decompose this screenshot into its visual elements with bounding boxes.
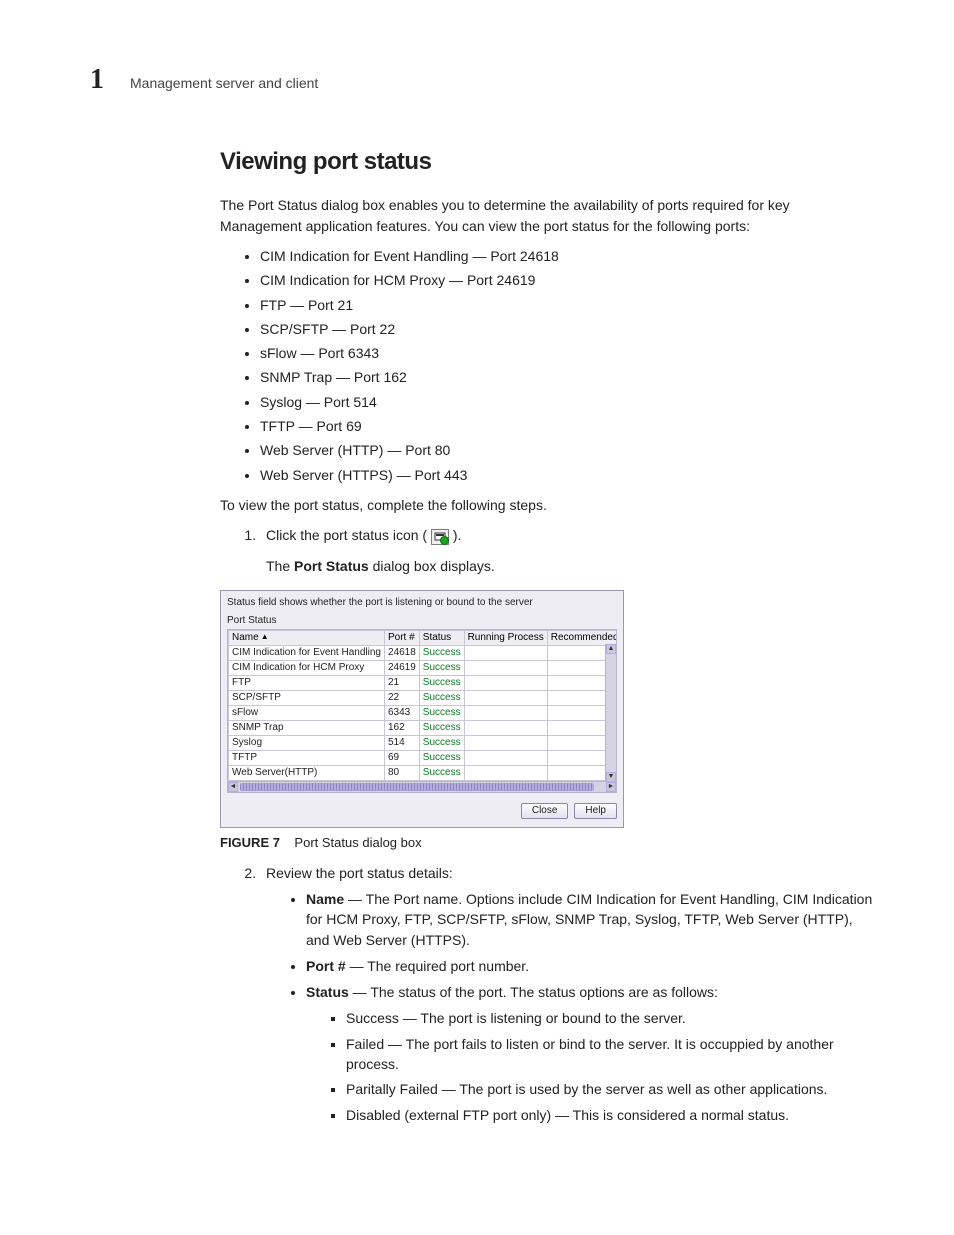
section-title: Viewing port status bbox=[220, 145, 874, 180]
help-button[interactable]: Help bbox=[574, 803, 617, 819]
step-1-sub: The Port Status dialog box displays. bbox=[266, 556, 874, 576]
port-list: CIM Indication for Event Handling — Port… bbox=[220, 246, 874, 485]
cell-status: Success bbox=[419, 720, 464, 735]
cell-name: Web Server(HTTP) bbox=[229, 765, 385, 780]
cell-running-process bbox=[464, 750, 547, 765]
table-row[interactable]: SNMP Trap162Success bbox=[229, 720, 618, 735]
cell-running-process bbox=[464, 735, 547, 750]
cell-running-process bbox=[464, 765, 547, 780]
port-status-icon bbox=[431, 529, 449, 545]
port-status-table: Name▲ Port # Status Running Process Reco… bbox=[228, 630, 617, 781]
chapter-number: 1 bbox=[90, 60, 104, 101]
cell-port: 80 bbox=[384, 765, 419, 780]
list-item: CIM Indication for HCM Proxy — Port 2461… bbox=[260, 270, 874, 290]
list-item: Web Server (HTTPS) — Port 443 bbox=[260, 465, 874, 485]
table-row[interactable]: Web Server(HTTP)80Success bbox=[229, 765, 618, 780]
table-row[interactable]: CIM Indication for Event Handling24618Su… bbox=[229, 645, 618, 660]
step-1-text-post: ). bbox=[453, 527, 462, 543]
cell-status: Success bbox=[419, 645, 464, 660]
list-item: FTP — Port 21 bbox=[260, 295, 874, 315]
list-item: SNMP Trap — Port 162 bbox=[260, 367, 874, 387]
intro-paragraph: The Port Status dialog box enables you t… bbox=[220, 195, 874, 236]
step-1-text-pre: Click the port status icon ( bbox=[266, 527, 427, 543]
col-status[interactable]: Status bbox=[419, 630, 464, 645]
scroll-up-icon[interactable]: ▲ bbox=[606, 644, 616, 654]
cell-running-process bbox=[464, 645, 547, 660]
cell-status: Success bbox=[419, 675, 464, 690]
cell-name: SNMP Trap bbox=[229, 720, 385, 735]
table-row[interactable]: TFTP69Success bbox=[229, 750, 618, 765]
scroll-thumb[interactable] bbox=[240, 783, 594, 791]
cell-name: Syslog bbox=[229, 735, 385, 750]
status-option: Failed — The port fails to listen or bin… bbox=[346, 1034, 874, 1075]
table-row[interactable]: SCP/SFTP22Success bbox=[229, 690, 618, 705]
cell-running-process bbox=[464, 705, 547, 720]
cell-name: CIM Indication for HCM Proxy bbox=[229, 660, 385, 675]
step-1: Click the port status icon ( ). The Port… bbox=[260, 525, 874, 576]
cell-port: 24619 bbox=[384, 660, 419, 675]
vertical-scrollbar[interactable]: ▲ ▼ bbox=[605, 644, 616, 782]
cell-name: TFTP bbox=[229, 750, 385, 765]
scroll-right-icon[interactable]: ► bbox=[606, 782, 616, 792]
list-item: sFlow — Port 6343 bbox=[260, 343, 874, 363]
step-2: Review the port status details: Name — T… bbox=[260, 863, 874, 1125]
port-status-dialog: Status field shows whether the port is l… bbox=[220, 590, 624, 828]
cell-status: Success bbox=[419, 660, 464, 675]
table-row[interactable]: FTP21Success bbox=[229, 675, 618, 690]
cell-status: Success bbox=[419, 705, 464, 720]
list-item: TFTP — Port 69 bbox=[260, 416, 874, 436]
detail-name: Name — The Port name. Options include CI… bbox=[306, 889, 874, 950]
cell-running-process bbox=[464, 660, 547, 675]
scroll-left-icon[interactable]: ◄ bbox=[228, 782, 238, 792]
detail-port: Port # — The required port number. bbox=[306, 956, 874, 976]
lead-out: To view the port status, complete the fo… bbox=[220, 495, 874, 515]
status-option: Paritally Failed — The port is used by t… bbox=[346, 1079, 874, 1099]
cell-running-process bbox=[464, 690, 547, 705]
dialog-hint: Status field shows whether the port is l… bbox=[227, 597, 617, 609]
cell-name: SCP/SFTP bbox=[229, 690, 385, 705]
figure-7: Status field shows whether the port is l… bbox=[220, 590, 874, 853]
cell-port: 514 bbox=[384, 735, 419, 750]
cell-status: Success bbox=[419, 735, 464, 750]
page-header: 1 Management server and client bbox=[90, 60, 874, 101]
table-row[interactable]: Syslog514Success bbox=[229, 735, 618, 750]
figure-caption: FIGURE 7 Port Status dialog box bbox=[220, 834, 874, 853]
col-port[interactable]: Port # bbox=[384, 630, 419, 645]
chapter-title: Management server and client bbox=[130, 73, 318, 93]
cell-running-process bbox=[464, 675, 547, 690]
list-item: Syslog — Port 514 bbox=[260, 392, 874, 412]
table-row[interactable]: CIM Indication for HCM Proxy24619Success bbox=[229, 660, 618, 675]
status-option: Disabled (external FTP port only) — This… bbox=[346, 1105, 874, 1125]
cell-port: 22 bbox=[384, 690, 419, 705]
cell-status: Success bbox=[419, 750, 464, 765]
sort-asc-icon: ▲ bbox=[261, 632, 269, 642]
cell-port: 69 bbox=[384, 750, 419, 765]
list-item: Web Server (HTTP) — Port 80 bbox=[260, 440, 874, 460]
table-row[interactable]: sFlow6343Success bbox=[229, 705, 618, 720]
cell-status: Success bbox=[419, 690, 464, 705]
cell-port: 21 bbox=[384, 675, 419, 690]
col-running-process[interactable]: Running Process bbox=[464, 630, 547, 645]
cell-port: 24618 bbox=[384, 645, 419, 660]
close-button[interactable]: Close bbox=[521, 803, 569, 819]
cell-name: FTP bbox=[229, 675, 385, 690]
cell-port: 162 bbox=[384, 720, 419, 735]
list-item: SCP/SFTP — Port 22 bbox=[260, 319, 874, 339]
cell-port: 6343 bbox=[384, 705, 419, 720]
detail-status: Status — The status of the port. The sta… bbox=[306, 982, 874, 1125]
cell-name: sFlow bbox=[229, 705, 385, 720]
cell-running-process bbox=[464, 720, 547, 735]
col-name[interactable]: Name▲ bbox=[229, 630, 385, 645]
status-option: Success — The port is listening or bound… bbox=[346, 1008, 874, 1028]
dialog-group-label: Port Status bbox=[227, 615, 617, 627]
cell-status: Success bbox=[419, 765, 464, 780]
cell-name: CIM Indication for Event Handling bbox=[229, 645, 385, 660]
step-2-text: Review the port status details: bbox=[266, 865, 453, 881]
list-item: CIM Indication for Event Handling — Port… bbox=[260, 246, 874, 266]
horizontal-scrollbar[interactable]: ◄ ► bbox=[228, 781, 616, 792]
